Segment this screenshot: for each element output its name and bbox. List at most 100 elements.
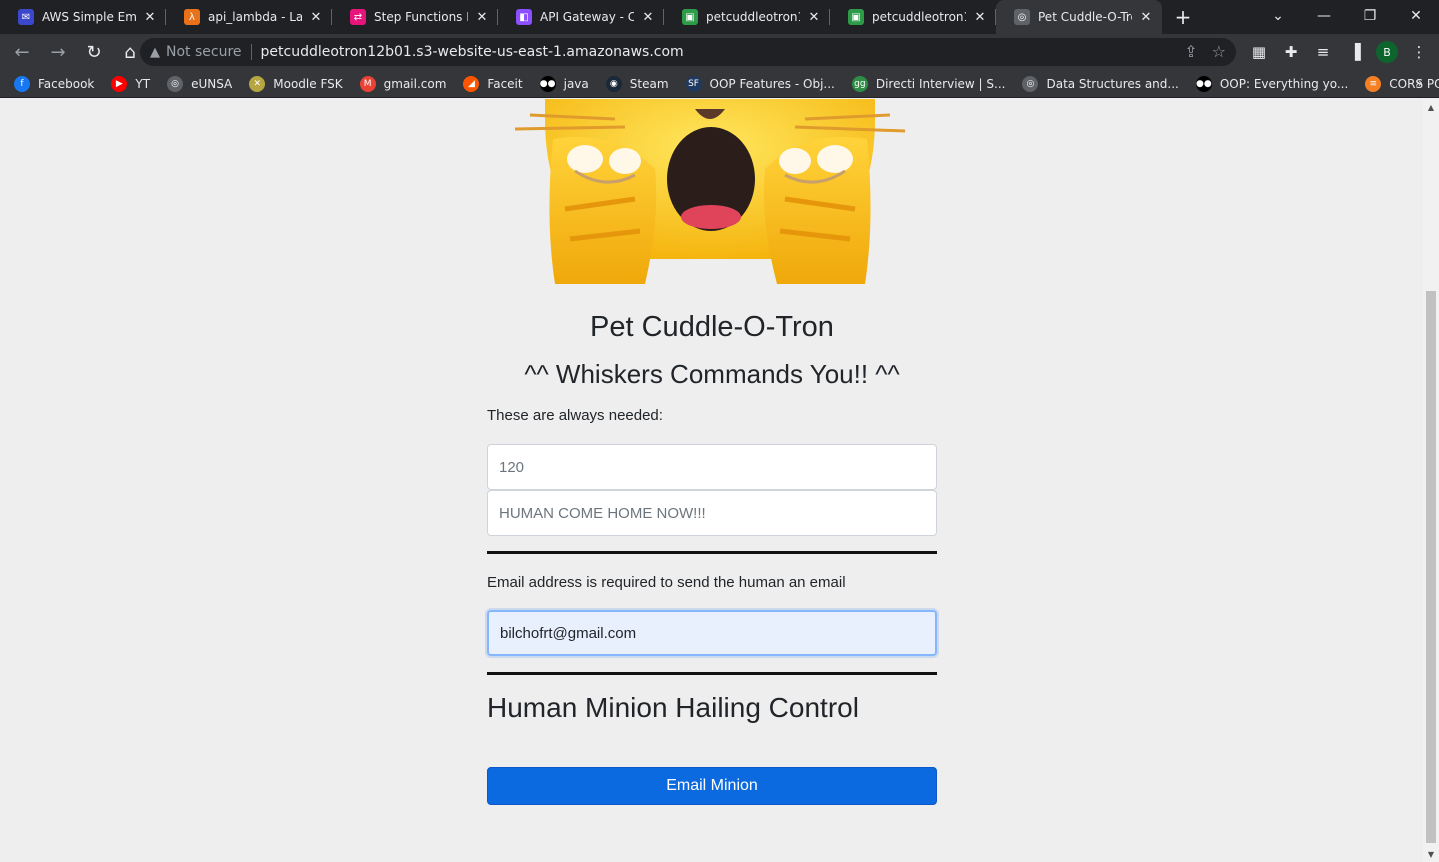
bookmark-item[interactable]: gg Directi Interview | S...	[851, 75, 1006, 92]
bookmark-label: Directi Interview | S...	[875, 76, 1006, 91]
browser-tab[interactable]: ◎ Pet Cuddle-O-Tron ✕	[996, 0, 1162, 34]
control-heading: Human Minion Hailing Control	[487, 692, 859, 723]
close-tab-icon[interactable]: ✕	[308, 9, 324, 25]
tab-favicon-icon: ✉	[18, 9, 34, 25]
bookmark-label: java	[563, 76, 589, 91]
bookmark-star-icon[interactable]: ☆	[1212, 42, 1226, 61]
bookmark-favicon-icon: ◢	[463, 75, 480, 92]
back-button[interactable]: ←	[6, 36, 38, 68]
page-subtitle: ^^ Whiskers Commands You!! ^^	[524, 359, 900, 389]
section-divider	[487, 551, 937, 554]
close-tab-icon[interactable]: ✕	[640, 9, 656, 25]
tab-title: Step Functions Mar	[374, 10, 468, 24]
browser-tab[interactable]: λ api_lambda - Lamb ✕	[166, 0, 332, 34]
bookmark-item[interactable]: ◎ eUNSA	[167, 75, 232, 92]
share-icon[interactable]: ⇪	[1184, 42, 1197, 61]
bookmark-favicon-icon: ✕	[249, 75, 266, 92]
side-panel-icon[interactable]: ▐	[1343, 36, 1367, 68]
new-tab-button[interactable]: +	[1166, 0, 1200, 34]
tab-title: petcuddleotron12b	[706, 10, 800, 24]
bookmark-favicon-icon: SF	[685, 75, 702, 92]
email-input[interactable]	[487, 610, 937, 656]
screaming-cat-emoji-image	[515, 99, 905, 284]
browser-tab[interactable]: ⇄ Step Functions Mar ✕	[332, 0, 498, 34]
scroll-up-icon[interactable]: ▲	[1423, 99, 1439, 115]
bookmark-favicon-icon: f	[14, 75, 30, 92]
close-tab-icon[interactable]: ✕	[474, 9, 490, 25]
tab-title: petcuddleotron12b	[872, 10, 966, 24]
bookmarks-overflow-button[interactable]: »	[1415, 76, 1423, 91]
bookmark-item[interactable]: ◎ Data Structures and...	[1022, 75, 1179, 92]
bookmark-item[interactable]: ◉ Steam	[605, 75, 669, 92]
bookmark-item[interactable]: ✕ Moodle FSK	[249, 75, 343, 92]
warning-icon: ▲	[150, 44, 160, 60]
bookmark-favicon-icon: M	[359, 75, 376, 92]
bookmark-favicon-icon: ●●	[539, 75, 556, 92]
minimize-button[interactable]: —	[1301, 0, 1347, 32]
tab-strip: ✉AWS Simple Email S✕λapi_lambda - Lamb✕⇄…	[0, 0, 1439, 34]
section-divider	[487, 672, 937, 675]
bookmark-label: Faceit	[487, 76, 523, 91]
url-text[interactable]: petcuddleotron12b01.s3-website-us-east-1…	[261, 44, 684, 60]
close-tab-icon[interactable]: ✕	[1138, 9, 1154, 25]
bookmark-label: gmail.com	[383, 76, 447, 91]
forward-button[interactable]: →	[42, 36, 74, 68]
bookmark-favicon-icon: ◎	[1022, 75, 1039, 92]
page-viewport: Pet Cuddle-O-Tron ^^ Whiskers Commands Y…	[0, 99, 1439, 862]
extension-icon[interactable]: ▦	[1247, 36, 1271, 68]
always-needed-label: These are always needed:	[487, 407, 663, 424]
address-bar[interactable]: ▲ Not secure petcuddleotron12b01.s3-webs…	[140, 38, 1236, 66]
bookmark-favicon-icon: ≡	[1365, 75, 1382, 92]
scroll-down-icon[interactable]: ▼	[1423, 846, 1439, 862]
tab-search-icon[interactable]: ⌄	[1255, 0, 1301, 32]
reload-icon: ↻	[86, 41, 102, 63]
bookmark-item[interactable]: ◢ Faceit	[463, 75, 523, 92]
email-required-label: Email address is required to send the hu…	[487, 574, 846, 591]
scrollbar-thumb[interactable]	[1426, 291, 1436, 843]
close-tab-icon[interactable]: ✕	[142, 9, 158, 25]
tab-favicon-icon: ◎	[1014, 9, 1030, 25]
tab-favicon-icon: λ	[184, 9, 200, 25]
profile-button[interactable]: B	[1375, 36, 1399, 68]
wait-seconds-input[interactable]	[487, 444, 937, 490]
extensions-puzzle-icon[interactable]: ✚	[1279, 36, 1303, 68]
restore-button[interactable]: ❐	[1347, 0, 1393, 32]
browser-tab[interactable]: ▣ petcuddleotron12b ✕	[830, 0, 996, 34]
tab-favicon-icon: ◧	[516, 9, 532, 25]
page-title: Pet Cuddle-O-Tron	[590, 311, 834, 343]
message-input[interactable]	[487, 490, 937, 536]
bookmark-item[interactable]: Mgmail.com	[359, 75, 447, 92]
browser-tab[interactable]: ▣ petcuddleotron12b ✕	[664, 0, 830, 34]
close-tab-icon[interactable]: ✕	[972, 9, 988, 25]
menu-kebab-icon[interactable]: ⋮	[1407, 36, 1431, 68]
tab-favicon-icon: ⇄	[350, 9, 366, 25]
bookmark-item[interactable]: ≡CORS POLICY	[1365, 75, 1439, 92]
tab-favicon-icon: ▣	[848, 9, 864, 25]
bookmarks-bar: f Facebook ▶ YT ◎ eUNSA ✕ Moodle FSK Mgmail.com ◢…	[0, 70, 1439, 98]
bookmark-label: Moodle FSK	[273, 76, 343, 91]
close-window-button[interactable]: ✕	[1393, 0, 1439, 32]
tab-title: Pet Cuddle-O-Tron	[1038, 10, 1132, 24]
bookmark-item[interactable]: SF OOP Features - Obj...	[685, 75, 835, 92]
tab-title: api_lambda - Lamb	[208, 10, 302, 24]
reload-button[interactable]: ↻	[78, 36, 110, 68]
close-tab-icon[interactable]: ✕	[806, 9, 822, 25]
browser-toolbar: ← → ↻ ⌂ ▲ Not secure petcuddleotron12b01…	[0, 34, 1439, 70]
bookmark-label: YT	[135, 76, 151, 91]
bookmark-item[interactable]: f Facebook	[14, 75, 94, 92]
bookmark-favicon-icon: ▶	[111, 75, 128, 92]
email-minion-button[interactable]: Email Minion	[487, 767, 937, 805]
arrow-left-icon: ←	[14, 41, 30, 63]
page-scrollbar[interactable]: ▲ ▼	[1423, 99, 1439, 862]
bookmark-item[interactable]: ▶ YT	[111, 75, 151, 92]
browser-tab[interactable]: ✉ AWS Simple Email S ✕	[0, 0, 166, 34]
tab-title: API Gateway - Crea	[540, 10, 634, 24]
browser-tab[interactable]: ◧ API Gateway - Crea ✕	[498, 0, 664, 34]
media-control-icon[interactable]: ≡	[1311, 36, 1335, 68]
bookmark-favicon-icon: ◎	[167, 75, 184, 92]
bookmark-item[interactable]: ●● OOP: Everything yo...	[1195, 75, 1348, 92]
bookmark-item[interactable]: ●● java	[539, 75, 589, 92]
bookmark-favicon-icon: gg	[851, 75, 868, 92]
security-status[interactable]: Not secure	[166, 44, 242, 60]
bookmark-favicon-icon: ●●	[1195, 75, 1212, 92]
